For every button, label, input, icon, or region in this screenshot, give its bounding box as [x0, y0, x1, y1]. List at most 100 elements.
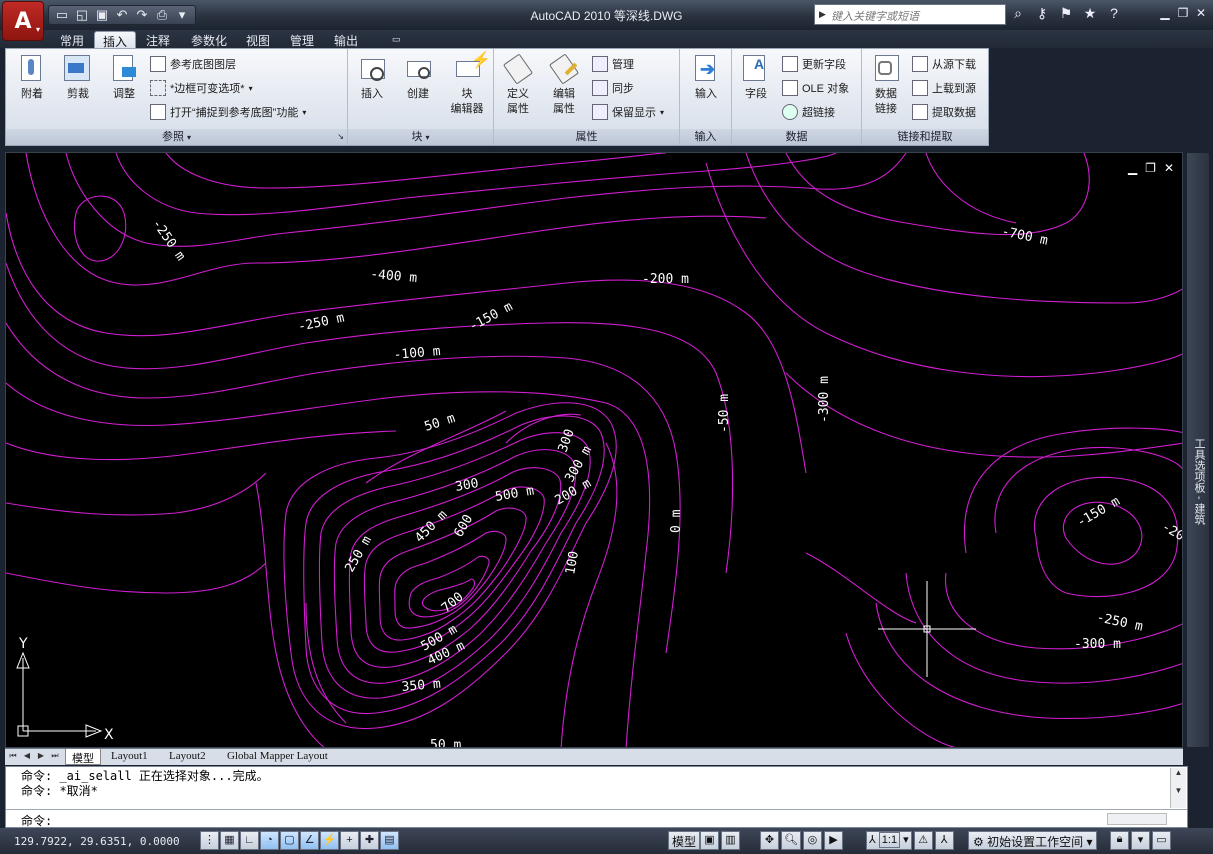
search-input[interactable]: ▶ 键入关键字或短语 [814, 4, 1006, 25]
auto-scale-icon[interactable]: ⅄ [934, 831, 954, 850]
tab-annotate[interactable]: 注释 [138, 31, 178, 48]
ole-object-button[interactable]: OLE 对象 [782, 79, 849, 97]
minimize-icon[interactable]: ▁ [1157, 5, 1173, 21]
redo-icon[interactable]: ↷ [133, 7, 151, 23]
import-icon: ➔ [690, 53, 722, 85]
favorites-star-icon[interactable]: ★ [1080, 5, 1100, 22]
create-block-button[interactable]: 创建 [396, 53, 440, 102]
comm-center-icon[interactable]: ⚑ [1056, 5, 1076, 22]
showmotion-icon[interactable]: ▶ [823, 831, 843, 850]
frame-icon [150, 80, 166, 96]
qat-dropdown-icon[interactable]: ▾ [173, 7, 191, 23]
first-tab-icon[interactable]: ⏮ [8, 751, 18, 763]
tab-parametric[interactable]: 参数化 [183, 31, 235, 48]
dynamic-ucs-icon[interactable]: ⚡ [320, 831, 339, 850]
ortho-mode-icon[interactable]: ∟ [240, 831, 259, 850]
grid-display-icon[interactable]: ▦ [220, 831, 239, 850]
dynamic-input-icon[interactable]: + [340, 831, 359, 850]
frames-variable-dropdown[interactable]: *边框可变选项* ▾ [150, 79, 253, 97]
sync-attributes-button[interactable]: 同步 [592, 79, 634, 97]
restore-icon[interactable]: ❐ [1175, 5, 1191, 21]
insert-block-button[interactable]: 插入 [350, 53, 394, 102]
tab-home[interactable]: 常用 [52, 31, 92, 48]
tab-global-mapper-layout[interactable]: Global Mapper Layout [221, 749, 334, 765]
close-icon[interactable]: ✕ [1193, 5, 1209, 21]
prev-tab-icon[interactable]: ◀ [22, 751, 32, 763]
model-space-button[interactable]: 模型 [668, 831, 701, 850]
upload-to-source-button[interactable]: 上载到源 [912, 79, 976, 97]
quick-view-drawings-icon[interactable]: ▥ [721, 831, 740, 850]
help-icon[interactable]: ? [1104, 5, 1124, 22]
new-icon[interactable]: ▭ [53, 7, 71, 23]
command-line[interactable]: 命令: [6, 809, 1187, 828]
define-attributes-button[interactable]: 定义 属性 [496, 53, 540, 117]
snap-mode-icon[interactable]: ⋮ [200, 831, 219, 850]
steering-wheel-icon[interactable]: ◎ [802, 831, 822, 850]
panel-footer-import[interactable]: 输入 [680, 129, 731, 145]
tab-manage[interactable]: 管理 [282, 31, 322, 48]
snap-underlay-dropdown[interactable]: 打开“捕捉到参考底图”功能 ▾ [150, 103, 306, 121]
ribbon-minimize-icon[interactable]: ▭ [384, 31, 409, 48]
key-icon[interactable]: ⚷ [1032, 5, 1052, 22]
next-tab-icon[interactable]: ▶ [36, 751, 46, 763]
update-fields-button[interactable]: 更新字段 [782, 55, 846, 73]
zoom-icon[interactable]: 🔍︎ [781, 831, 801, 850]
quick-properties-icon[interactable]: ▤ [380, 831, 399, 850]
adjust-button[interactable]: 调整 [102, 53, 146, 102]
binoculars-icon[interactable]: ⌕ [1008, 5, 1028, 22]
field-button[interactable]: A 字段 [734, 53, 778, 102]
import-button[interactable]: ➔ 输入 [684, 53, 728, 102]
undo-icon[interactable]: ↶ [113, 7, 131, 23]
last-tab-icon[interactable]: ⏭ [50, 751, 60, 763]
quick-view-layouts-icon[interactable]: ▣ [700, 831, 719, 850]
coordinate-readout[interactable]: 129.7922, 29.6351, 0.0000 [14, 835, 180, 848]
annotation-visibility-icon[interactable]: ⚠ [913, 831, 933, 850]
panel-footer-block[interactable]: 块 ▾ [348, 129, 493, 145]
viewport-minimize-icon[interactable]: ▁ [1128, 161, 1137, 175]
panel-footer-linking-extraction[interactable]: 链接和提取 [862, 129, 988, 145]
polar-tracking-icon[interactable]: ◔ [260, 831, 279, 850]
plot-icon[interactable]: ⎙ [153, 7, 171, 23]
panel-footer-reference[interactable]: 参照 ▾ ↘ [6, 129, 347, 145]
attach-button[interactable]: 附着 [10, 53, 54, 102]
lineweight-icon[interactable]: ✚ [360, 831, 379, 850]
model-label: 模型 [672, 835, 697, 849]
viewport-restore-icon[interactable]: ❐ [1145, 161, 1156, 175]
object-snap-tracking-icon[interactable]: ∠ [300, 831, 319, 850]
save-icon[interactable]: ▣ [93, 7, 111, 23]
edit-attributes-button[interactable]: 编辑 属性 [542, 53, 586, 117]
pan-icon[interactable]: ✥ [760, 831, 779, 850]
object-snap-icon[interactable]: ▢ [280, 831, 299, 850]
tab-view[interactable]: 视图 [238, 31, 278, 48]
tab-layout1[interactable]: Layout1 [105, 749, 154, 765]
manage-attributes-button[interactable]: 管理 [592, 55, 634, 73]
tab-insert[interactable]: 插入 [94, 31, 137, 49]
clean-screen-icon[interactable]: ▭ [1152, 831, 1171, 850]
status-menu-icon[interactable]: ▾ [1131, 831, 1150, 850]
panel-footer-attributes[interactable]: 属性 [494, 129, 679, 145]
underlay-layers-button[interactable]: 参考底图图层 [150, 55, 236, 73]
command-scrollbar[interactable]: ▲ ▼ [1170, 768, 1186, 808]
tab-output[interactable]: 输出 [326, 31, 366, 48]
data-link-button[interactable]: 数据 链接 [864, 53, 908, 117]
command-hscrollbar[interactable] [1107, 813, 1167, 825]
tool-palette-bar[interactable]: 工具选项板 - 建筑 [1186, 152, 1210, 748]
clip-button[interactable]: 剪裁 [56, 53, 100, 102]
viewport-close-icon[interactable]: ✕ [1164, 161, 1174, 175]
dialog-launcher-icon[interactable]: ↘ [337, 129, 344, 145]
application-menu-button[interactable]: A ▾ [2, 1, 44, 41]
toolbar-lock-icon[interactable]: 🔒︎ [1110, 831, 1129, 850]
retain-display-dropdown[interactable]: 保留显示 ▾ [592, 103, 664, 121]
drawing-area[interactable]: -250 m -400 m -200 m -700 m -250 m -150 … [5, 152, 1183, 748]
extract-data-button[interactable]: 提取数据 [912, 103, 976, 121]
hyperlink-button[interactable]: 超链接 [782, 103, 835, 121]
workspace-switch-button[interactable]: ⚙ 初始设置工作空间 ▾ [968, 831, 1098, 850]
open-icon[interactable]: ◱ [73, 7, 91, 23]
tab-layout2[interactable]: Layout2 [163, 749, 212, 765]
annotation-scale-button[interactable]: ⅄ 1:1 ▾ [866, 831, 912, 850]
panel-footer-data[interactable]: 数据 [732, 129, 861, 145]
tab-model[interactable]: 模型 [65, 749, 101, 765]
download-from-source-button[interactable]: 从源下载 [912, 55, 976, 73]
block-editor-button[interactable]: ⚡ 块 编辑器 [442, 53, 492, 117]
command-window[interactable]: 命令: _ai_selall 正在选择对象...完成。 命令: *取消* ▲ ▼ … [5, 766, 1188, 828]
